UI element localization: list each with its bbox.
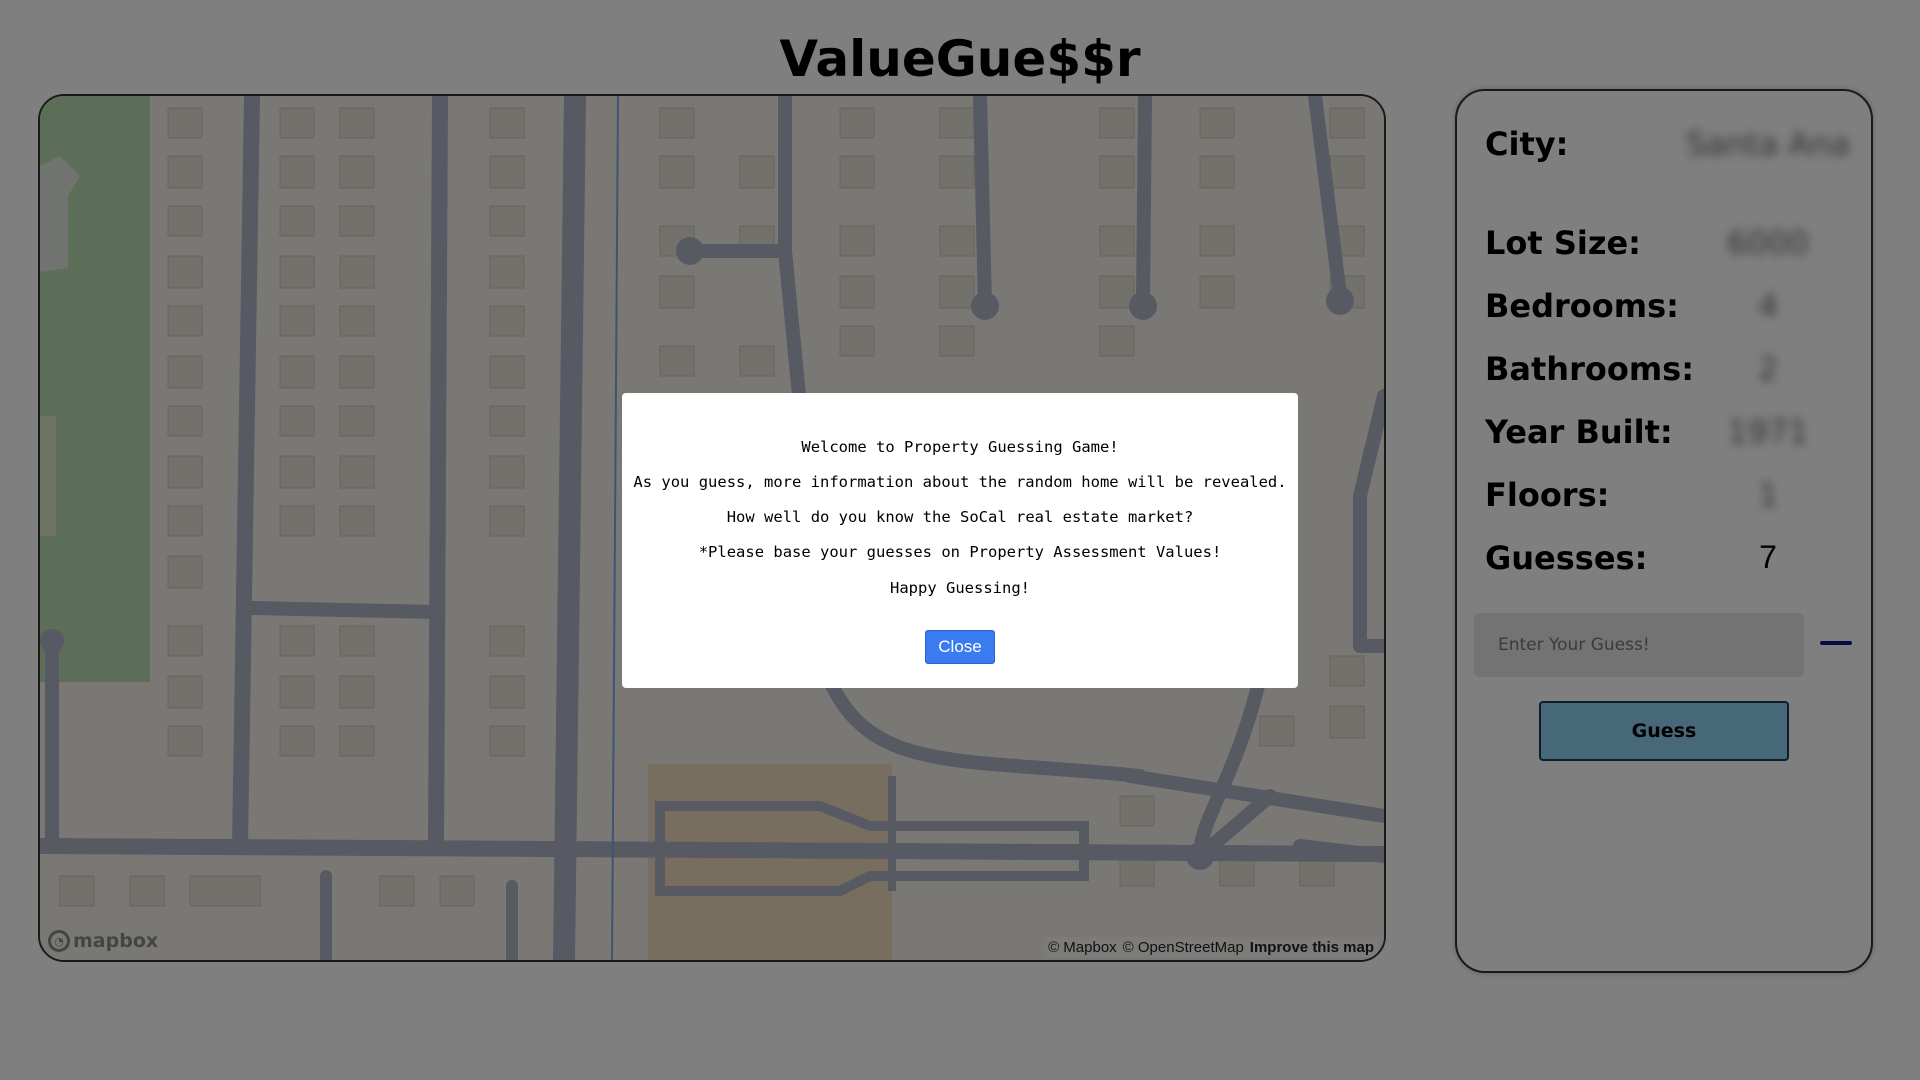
modal-happy-text: Happy Guessing! xyxy=(890,579,1030,597)
close-button[interactable]: Close xyxy=(925,630,995,664)
welcome-modal: Welcome to Property Guessing Game! As yo… xyxy=(622,393,1298,688)
modal-question-text: How well do you know the SoCal real esta… xyxy=(726,508,1194,526)
modal-note-text: *Please base your guesses on Property As… xyxy=(698,543,1222,561)
app-root: ValueGue$$r xyxy=(0,0,1920,1080)
modal-welcome-text: Welcome to Property Guessing Game! xyxy=(801,438,1119,456)
modal-reveal-text: As you guess, more information about the… xyxy=(633,473,1287,491)
